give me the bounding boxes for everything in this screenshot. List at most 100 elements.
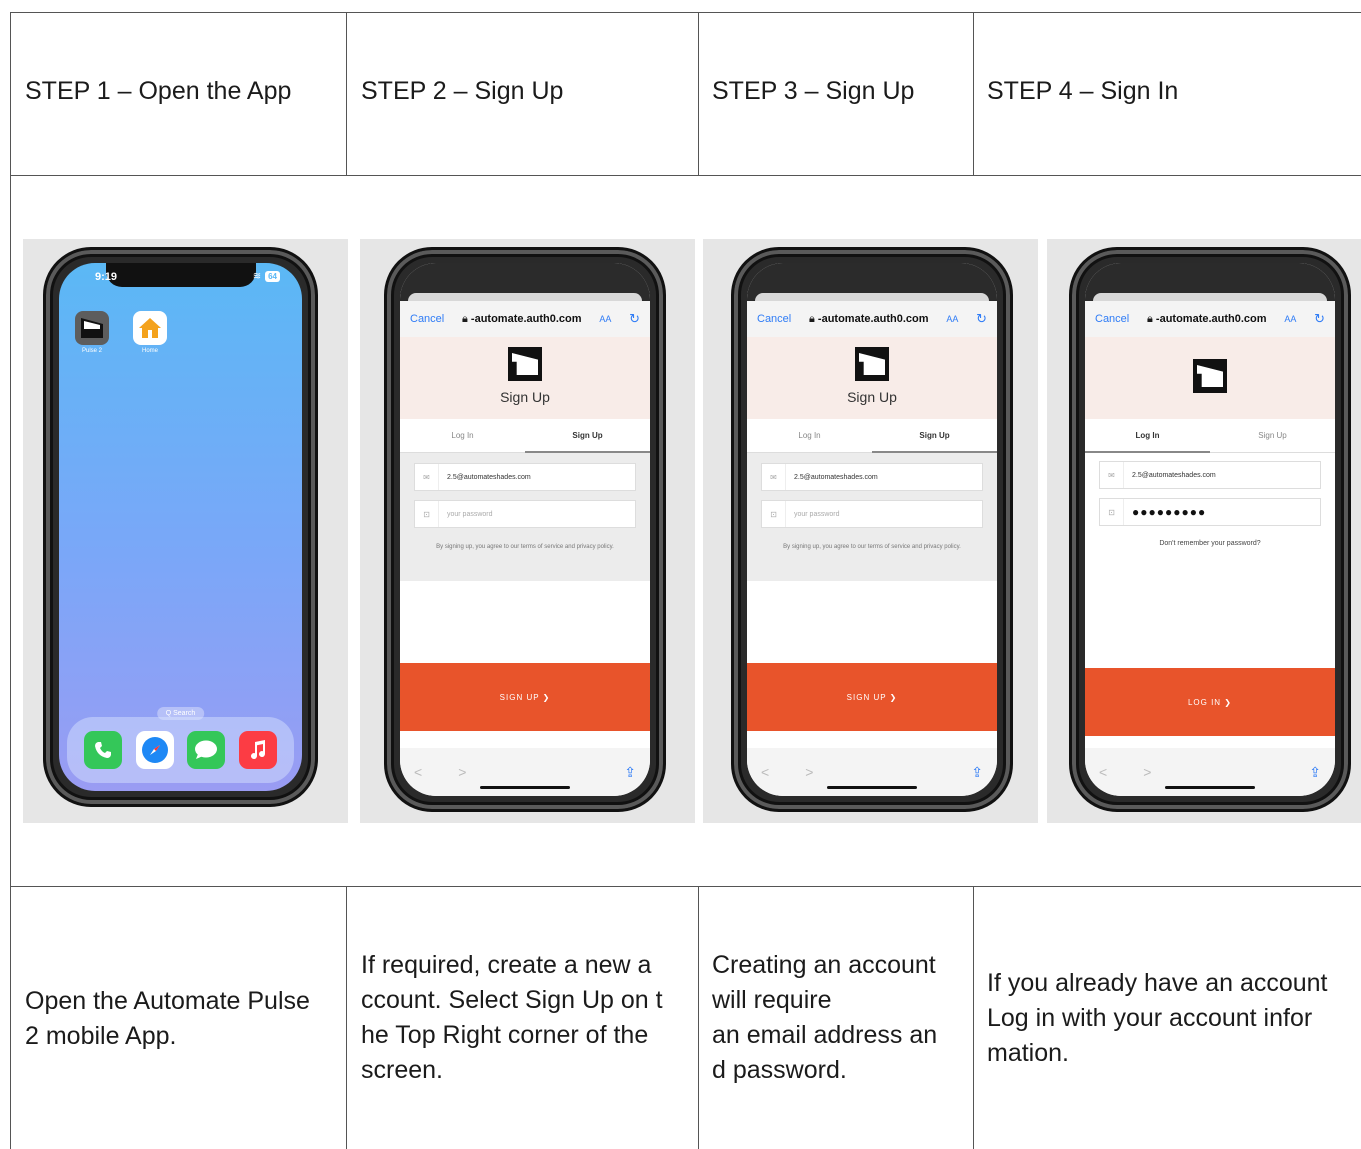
tab-signup[interactable]: Sign Up: [872, 419, 997, 453]
password-field[interactable]: ⊡ your password: [414, 500, 636, 528]
table-row-divider: [10, 175, 1361, 176]
text-size-button[interactable]: AA: [599, 314, 611, 324]
messages-icon[interactable]: [187, 731, 226, 769]
reload-icon[interactable]: ↻: [629, 311, 640, 327]
forward-button[interactable]: >: [458, 764, 466, 780]
step-2-title: STEP 2 – Sign Up: [361, 77, 564, 105]
phone-frame: Cancel 🔒︎ -automate.auth0.com AA ↻ Log I…: [1069, 247, 1351, 812]
email-field[interactable]: ✉ 2.5@automateshades.com: [1099, 461, 1321, 489]
auth-brand-header: Sign Up: [747, 337, 997, 419]
share-icon[interactable]: ⇪: [1309, 764, 1321, 781]
cancel-button[interactable]: Cancel: [1095, 313, 1129, 325]
step-1-title: STEP 1 – Open the App: [25, 77, 292, 105]
music-icon[interactable]: [239, 731, 278, 769]
auth-screen: Cancel 🔒︎ -automate.auth0.com AA ↻ Sign …: [747, 263, 997, 796]
phone-icon[interactable]: [83, 731, 122, 769]
password-field[interactable]: ⊡ ●●●●●●●●●: [1099, 498, 1321, 526]
battery-icon: 64: [265, 271, 280, 282]
lock-icon: 🔒︎: [1147, 312, 1153, 325]
step-3-title: STEP 3 – Sign Up: [712, 77, 915, 105]
forward-button[interactable]: >: [1143, 764, 1151, 780]
safari-icon[interactable]: [135, 731, 174, 769]
back-button[interactable]: <: [414, 764, 422, 780]
auth-tabs: Log In Sign Up: [400, 419, 650, 453]
reload-icon[interactable]: ↻: [976, 311, 987, 327]
instruction-table: STEP 1 – Open the App STEP 2 – Sign Up S…: [0, 0, 1361, 1149]
column-divider: [346, 886, 347, 1149]
email-value: 2.5@automateshades.com: [794, 473, 878, 481]
browser-url-bar: Cancel 🔒︎ -automate.auth0.com AA ↻: [1085, 301, 1335, 337]
phone-frame: Cancel 🔒︎ -automate.auth0.com AA ↻ Sign …: [731, 247, 1013, 812]
tab-signup[interactable]: Sign Up: [525, 419, 650, 453]
table-row-divider: [10, 886, 1361, 887]
signup-form: ✉ 2.5@automateshades.com ⊡ your password…: [747, 453, 997, 581]
column-divider: [346, 12, 347, 176]
cancel-button[interactable]: Cancel: [757, 313, 791, 325]
home-app-icon[interactable]: [133, 311, 167, 345]
password-placeholder: your password: [447, 510, 493, 518]
lock-icon: 🔒︎: [809, 312, 815, 325]
column-divider: [973, 886, 974, 1149]
tab-login[interactable]: Log In: [400, 419, 525, 453]
step-3-description: Creating an account will require an emai…: [712, 951, 938, 1084]
lock-icon: ⊡: [762, 501, 786, 527]
tab-login[interactable]: Log In: [747, 419, 872, 453]
pulse-app-label: Pulse 2: [81, 348, 102, 354]
step-3-screenshot: Cancel 🔒︎ -automate.auth0.com AA ↻ Sign …: [703, 239, 1038, 823]
login-button[interactable]: LOG IN ❯: [1085, 668, 1335, 736]
text-size-button[interactable]: AA: [1284, 314, 1296, 324]
browser-url-bar: Cancel 🔒︎ -automate.auth0.com AA ↻: [747, 301, 997, 337]
signup-button[interactable]: SIGN UP ❯: [747, 663, 997, 731]
auth-screen: Cancel 🔒︎ -automate.auth0.com AA ↻ Log I…: [1085, 263, 1335, 796]
home-indicator: [827, 786, 917, 789]
home-app-label: Home: [141, 348, 158, 354]
auth-title: Sign Up: [847, 389, 897, 405]
column-divider: [973, 12, 974, 176]
url-host[interactable]: -automate.auth0.com: [818, 313, 929, 325]
status-icons: ≋ 64: [253, 271, 280, 282]
tab-login[interactable]: Log In: [1085, 419, 1210, 453]
step-4-screenshot: Cancel 🔒︎ -automate.auth0.com AA ↻ Log I…: [1047, 239, 1361, 823]
column-divider: [698, 12, 699, 176]
text-size-button[interactable]: AA: [946, 314, 958, 324]
auth-title: Sign Up: [500, 389, 550, 405]
lock-icon: ⊡: [1100, 499, 1124, 525]
home-indicator: [480, 786, 570, 789]
status-time: 9:19: [95, 271, 118, 283]
app-dock: [67, 717, 294, 783]
column-divider: [698, 886, 699, 1149]
reload-icon[interactable]: ↻: [1314, 311, 1325, 327]
url-host[interactable]: -automate.auth0.com: [471, 313, 582, 325]
signup-form: ✉ 2.5@automateshades.com ⊡ your password…: [400, 453, 650, 581]
auth-screen: Cancel 🔒︎ -automate.auth0.com AA ↻ Sign …: [400, 263, 650, 796]
pulse-app-icon[interactable]: [75, 311, 109, 345]
cancel-button[interactable]: Cancel: [410, 313, 444, 325]
password-field[interactable]: ⊡ your password: [761, 500, 983, 528]
forgot-password-link[interactable]: Don't remember your password?: [1085, 540, 1335, 547]
share-icon[interactable]: ⇪: [971, 764, 983, 781]
email-field[interactable]: ✉ 2.5@automateshades.com: [761, 463, 983, 491]
email-field[interactable]: ✉ 2.5@automateshades.com: [414, 463, 636, 491]
back-button[interactable]: <: [1099, 764, 1107, 780]
step-2-screenshot: Cancel 🔒︎ -automate.auth0.com AA ↻ Sign …: [360, 239, 695, 823]
password-masked: ●●●●●●●●●: [1132, 505, 1207, 519]
terms-text: By signing up, you agree to our terms of…: [783, 544, 961, 550]
share-icon[interactable]: ⇪: [624, 764, 636, 781]
phone-frame: 9:19 ≋ 64 Pulse 2 Home Q Search: [43, 247, 318, 807]
back-button[interactable]: <: [761, 764, 769, 780]
browser-url-bar: Cancel 🔒︎ -automate.auth0.com AA ↻: [400, 301, 650, 337]
forward-button[interactable]: >: [805, 764, 813, 780]
step-1-screenshot: 9:19 ≋ 64 Pulse 2 Home Q Search: [23, 239, 348, 823]
phone-notch: [105, 263, 256, 287]
login-form: ✉ 2.5@automateshades.com ⊡ ●●●●●●●●● Don…: [1085, 453, 1335, 581]
wifi-icon: ≋: [252, 271, 262, 282]
step-2-description: If required, create a new a ccount. Sele…: [361, 951, 663, 1084]
signup-button[interactable]: SIGN UP ❯: [400, 663, 650, 731]
phone-frame: Cancel 🔒︎ -automate.auth0.com AA ↻ Sign …: [384, 247, 666, 812]
table-border-top: [10, 12, 1361, 13]
tab-signup[interactable]: Sign Up: [1210, 419, 1335, 453]
url-host[interactable]: -automate.auth0.com: [1156, 313, 1267, 325]
email-value: 2.5@automateshades.com: [1132, 471, 1216, 479]
step-4-title: STEP 4 – Sign In: [987, 77, 1179, 105]
home-indicator: [1165, 786, 1255, 789]
